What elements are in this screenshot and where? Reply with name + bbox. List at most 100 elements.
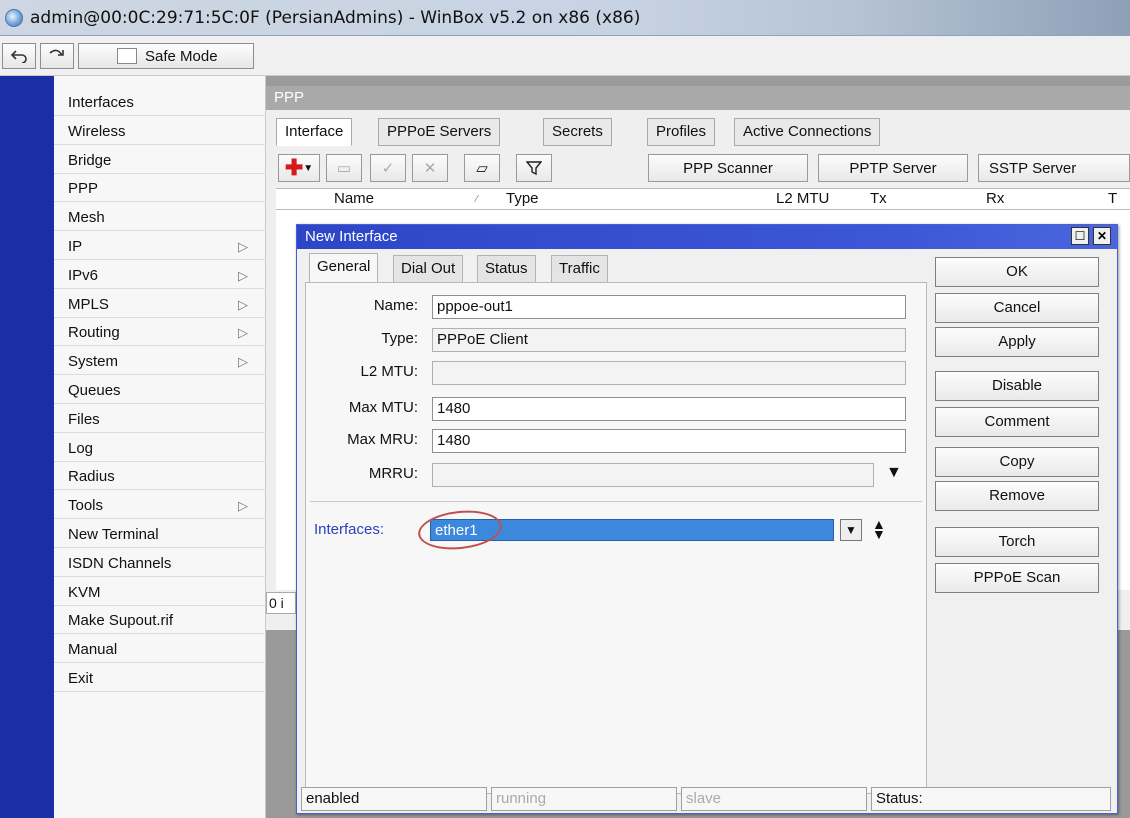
redo-icon [49, 49, 64, 56]
menu-item-ip[interactable]: IP ▷ [54, 234, 266, 260]
interface-table-header: Name ⁄ Type L2 MTU Tx Rx T [276, 188, 1130, 210]
menu-item-wireless[interactable]: Wireless [54, 119, 266, 145]
ok-button[interactable]: OK [935, 257, 1099, 287]
col-type[interactable]: Type [506, 190, 539, 207]
l2mtu-field [432, 361, 906, 385]
menu-item-ipv6[interactable]: IPv6 ▷ [54, 263, 266, 289]
menu-item-manual[interactable]: Manual [54, 637, 266, 664]
menu-item-label: Queues [68, 382, 121, 399]
dialog-tab-status[interactable]: Status [477, 255, 536, 283]
tab-profiles[interactable]: Profiles [647, 118, 716, 146]
submenu-arrow-icon: ▷ [238, 498, 248, 514]
interfaces-dropdown-button[interactable]: ▼ [840, 519, 862, 541]
menu-item-label: Radius [68, 468, 115, 486]
menu-item-label: System [68, 353, 119, 371]
left-rail [0, 76, 54, 818]
sort-icon: ⁄ [476, 194, 478, 205]
menu-item-label: Mesh [68, 209, 105, 227]
max-mru-input[interactable]: 1480 [432, 429, 906, 453]
sstp-server-button[interactable]: SSTP Server [978, 154, 1130, 182]
menu-item-label: Exit [68, 670, 94, 687]
maximize-button[interactable]: ☐ [1071, 227, 1089, 245]
dialog-tab-traffic[interactable]: Traffic [551, 255, 608, 283]
cross-icon: ✕ [423, 160, 437, 177]
tab-pppoe-servers[interactable]: PPPoE Servers [378, 118, 501, 146]
add-button[interactable]: ✚ ▼ [278, 154, 320, 182]
copy-button[interactable]: Copy [935, 447, 1099, 477]
menu-item-label: Manual [68, 641, 118, 659]
interfaces-label: Interfaces: [314, 521, 385, 538]
ppp-window-title: PPP [266, 86, 1130, 110]
menu-item-label: Wireless [68, 122, 126, 140]
apply-button[interactable]: Apply [935, 327, 1099, 357]
comment-button[interactable]: Comment [935, 407, 1099, 437]
tab-active-connections[interactable]: Active Connections [734, 118, 881, 146]
menu-item-kvm[interactable]: KVM [54, 580, 266, 606]
interfaces-updown-icon[interactable]: ▲ ▼ [872, 517, 886, 541]
tab-interface[interactable]: Interface [276, 118, 353, 146]
col-rx[interactable]: Rx [986, 190, 1004, 207]
menu-item-label: New Terminal [68, 526, 159, 543]
menu-item-label: Interfaces [68, 94, 134, 111]
name-input[interactable]: pppoe-out1 [432, 295, 906, 319]
menu-item-mesh[interactable]: Mesh [54, 205, 266, 232]
pppoe-scan-button[interactable]: PPPoE Scan [935, 563, 1099, 593]
menu-item-exit[interactable]: Exit [54, 666, 266, 692]
menu-item-new-terminal[interactable]: New Terminal [54, 522, 266, 548]
menu-item-make-supout-rif[interactable]: Make Supout.rif [54, 608, 266, 635]
dialog-tab-general[interactable]: General [309, 253, 379, 283]
menu-item-label: Make Supout.rif [68, 612, 174, 630]
disable-button[interactable]: Disable [935, 371, 1099, 401]
menu-item-files[interactable]: Files [54, 407, 266, 433]
enable-button[interactable]: ✓ [370, 154, 406, 182]
menu-item-isdn-channels[interactable]: ISDN Channels [54, 551, 266, 577]
filter-button[interactable] [516, 154, 552, 182]
dialog-title: New Interface [305, 228, 398, 245]
col-tx-2[interactable]: T [1108, 190, 1117, 207]
comment-button[interactable]: ▱ [464, 154, 500, 182]
max-mtu-input[interactable]: 1480 [432, 397, 906, 421]
tab-secrets[interactable]: Secrets [543, 118, 612, 146]
comment-icon: ▱ [476, 160, 488, 177]
cancel-button[interactable]: Cancel [935, 293, 1099, 323]
disable-button[interactable]: ✕ [412, 154, 448, 182]
menu-item-system[interactable]: System ▷ [54, 349, 266, 376]
menu-item-tools[interactable]: Tools ▷ [54, 493, 266, 520]
remove-button[interactable]: ▭ [326, 154, 362, 182]
main-toolbar: Safe Mode [0, 36, 1130, 76]
safe-mode-checkbox[interactable] [117, 48, 137, 64]
mrru-field[interactable] [432, 463, 874, 487]
safe-mode-button[interactable]: Safe Mode [78, 43, 254, 69]
ppp-scanner-button[interactable]: PPP Scanner [648, 154, 808, 182]
menu-item-routing[interactable]: Routing ▷ [54, 320, 266, 347]
l2mtu-label: L2 MTU: [360, 363, 418, 380]
torch-button[interactable]: Torch [935, 527, 1099, 557]
col-name[interactable]: Name [334, 190, 374, 207]
undo-button[interactable] [2, 43, 36, 69]
menu-item-queues[interactable]: Queues [54, 378, 266, 404]
submenu-arrow-icon: ▷ [238, 239, 248, 254]
status-field: Status: [871, 787, 1111, 811]
menu-item-radius[interactable]: Radius [54, 464, 266, 491]
mrru-dropdown-icon[interactable]: ▼ [886, 464, 902, 482]
menu-item-label: Tools [68, 497, 104, 515]
menu-item-bridge[interactable]: Bridge [54, 148, 266, 174]
pptp-server-button[interactable]: PPTP Server [818, 154, 968, 182]
max-mru-label: Max MRU: [347, 431, 418, 448]
col-tx[interactable]: Tx [870, 190, 887, 207]
filter-icon [526, 161, 542, 176]
menu-item-interfaces[interactable]: Interfaces [54, 90, 266, 116]
close-button[interactable]: ✕ [1093, 227, 1111, 245]
menu-item-ppp[interactable]: PPP [54, 176, 266, 203]
form-divider [310, 501, 922, 502]
status-running: running [491, 787, 677, 811]
dialog-statusbar: enabled running slave Status: [301, 787, 1113, 811]
col-l2mtu[interactable]: L2 MTU [776, 190, 829, 207]
redo-button[interactable] [40, 43, 74, 69]
status-slave: slave [681, 787, 867, 811]
menu-item-mpls[interactable]: MPLS ▷ [54, 292, 266, 318]
add-plus-icon: ✚ [284, 155, 304, 180]
menu-item-log[interactable]: Log [54, 436, 266, 462]
dialog-tab-dial-out[interactable]: Dial Out [393, 255, 464, 283]
remove-button[interactable]: Remove [935, 481, 1099, 511]
